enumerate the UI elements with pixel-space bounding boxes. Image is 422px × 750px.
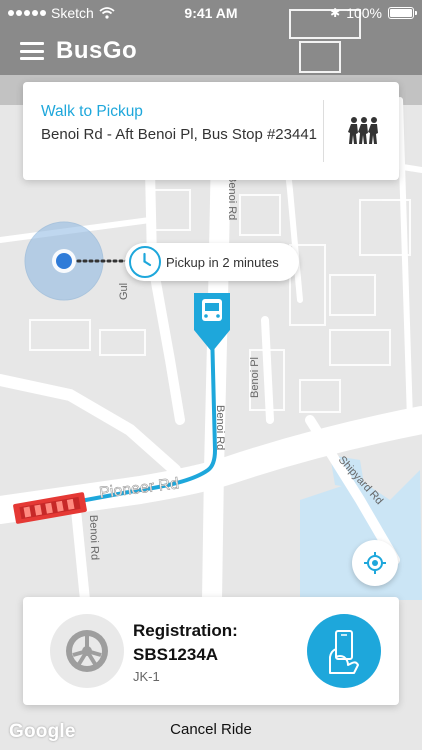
road-label-benoi-rd-upper: Benoi Rd xyxy=(226,175,238,220)
pickup-eta-text: Pickup in 2 minutes xyxy=(166,255,279,270)
road-label-benoi-pl: Benoi Pl xyxy=(249,357,261,398)
battery-icon xyxy=(388,7,417,19)
app-brand: BusGo xyxy=(56,37,138,64)
people-walking-icon[interactable] xyxy=(339,106,389,156)
pickup-address: Benoi Rd - Aft Benoi Pl, Bus Stop #23441 xyxy=(41,126,318,143)
steering-wheel-icon xyxy=(50,614,124,688)
road-label-gul: Gul xyxy=(118,283,130,300)
driver-card: Registration: SBS1234A JK-1 xyxy=(23,597,399,705)
pickup-eta-tooltip: Pickup in 2 minutes xyxy=(125,243,299,281)
road-label-benoi-rd-left: Benoi Rd xyxy=(87,515,101,561)
bluetooth-icon: ✱ xyxy=(330,6,341,20)
registration-label: Registration: xyxy=(133,621,238,640)
status-right: ✱ 100% xyxy=(330,5,417,21)
cancel-ride-button[interactable]: Cancel Ride xyxy=(170,721,252,738)
battery-percent: 100% xyxy=(346,5,382,21)
cancel-ride-link: Cancel Ride xyxy=(0,721,422,738)
app-header: BusGo xyxy=(20,36,137,66)
card-divider xyxy=(323,100,324,162)
locate-icon[interactable] xyxy=(352,540,398,586)
road-label-benoi-rd-lower: Benoi Rd xyxy=(214,405,226,450)
route-code: JK-1 xyxy=(133,669,160,684)
pickup-card: Walk to Pickup Benoi Rd - Aft Benoi Pl, … xyxy=(23,82,399,180)
pickup-title: Walk to Pickup xyxy=(41,103,143,120)
hamburger-icon[interactable] xyxy=(20,42,44,60)
registration-value: SBS1234A xyxy=(133,645,219,664)
clock-icon xyxy=(129,246,161,278)
hand-holding-phone-icon[interactable] xyxy=(307,614,381,688)
status-bar: Sketch 9:41 AM ✱ 100% xyxy=(0,0,422,26)
